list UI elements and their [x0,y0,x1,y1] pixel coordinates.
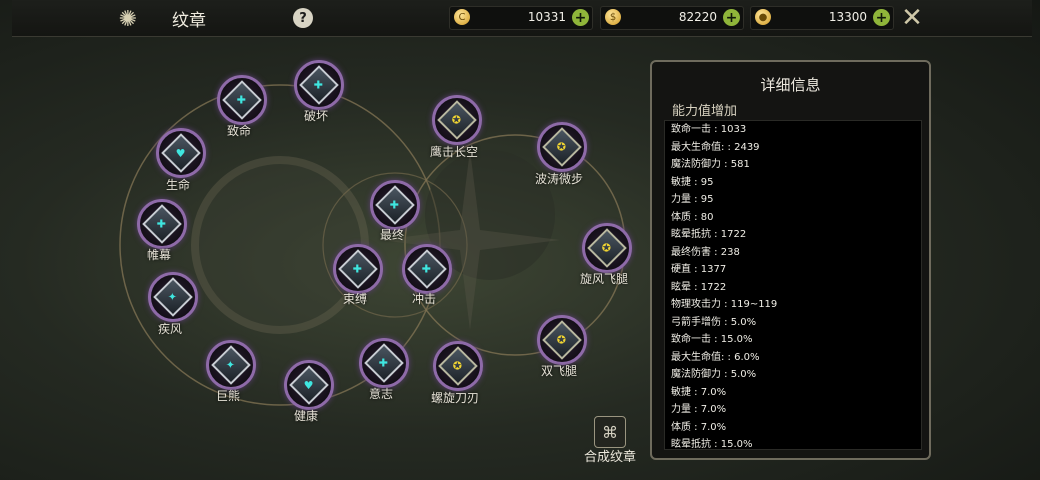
stat-row: 敏捷 : 95 [671,176,714,188]
emblem-slot-shuangfei[interactable]: ✪ [537,315,587,365]
emblem-label: 巨熊 [215,389,240,403]
heart-gem-icon: ♥ [161,133,201,173]
gem-coin-icon: ● [755,9,771,25]
stat-row: 最大生命值: : 6.0% [671,351,760,363]
stat-row: 体质 : 80 [671,211,714,223]
emblem-label: 最终 [379,228,404,242]
emblem-label: 破坏 [303,109,328,123]
stat-row: 敏捷 : 7.0% [671,386,727,398]
skull-gem-icon: ✪ [542,127,582,167]
detail-title: 详细信息 [760,76,821,94]
currency-value: 13300 [828,10,867,24]
emblem-slot-weimu[interactable]: ✚ [137,199,187,249]
emblem-slot-zuizhong[interactable]: ✚ [370,180,420,230]
stat-row: 眩晕抵抗 : 1722 [671,229,747,240]
stat-row: 体质 : 7.0% [671,421,727,433]
emblem-label: 帷幕 [146,248,171,262]
emblem-label: 健康 [293,409,318,423]
crossed-swords-icon[interactable]: ✕ [898,3,926,33]
emblem-slot-juxiong[interactable]: ✦ [206,340,256,390]
stat-row: 魔法防御力 : 5.0% [671,369,757,380]
emblem-slot-chongji[interactable]: ✚ [402,244,452,294]
emblem-gem-icon: ✚ [364,343,404,383]
emblem-label: 波涛微步 [534,172,583,186]
stat-row: 硬直 : 1377 [671,264,727,275]
skull-gem-icon: ✪ [542,320,582,360]
stat-row: 力量 : 7.0% [671,404,727,415]
skull-gem-icon: ✪ [437,100,477,140]
emblem-slot-jiankang[interactable]: ♥ [284,360,334,410]
emblem-gem-icon: ✚ [299,65,339,105]
emblem-slot-xuanfeng[interactable]: ✪ [582,223,632,273]
emblem-label: 束缚 [342,292,367,306]
add-bag-button[interactable]: + [723,9,740,26]
emblem-label: 致命 [226,124,251,138]
emblem-gem-icon: ✚ [222,80,262,120]
stat-row: 物理攻击力 : 119~119 [671,299,778,310]
stat-row: 最大生命值: : 2439 [671,141,760,153]
stats-list[interactable]: 致命一击 : 1033 最大生命值: : 2439 魔法防御力 : 581 敏捷… [664,120,922,450]
currency-value: 82220 [678,10,717,24]
stat-row: 力量 : 95 [671,194,714,205]
stat-row: 最终伤害 : 238 [671,246,740,258]
stat-row: 眩晕抵抗 : 15.0% [671,439,753,450]
stat-row: 弓箭手增伤 : 5.0% [671,316,757,328]
emblem-label: 鹰击长空 [429,145,478,159]
runner-gem-icon: ✦ [153,277,193,317]
stat-row: 眩晕 : 1722 [671,281,727,293]
emblem-slot-yingji[interactable]: ✪ [432,95,482,145]
sword-gem-icon: ✚ [375,185,415,225]
emblem-label: 疾风 [157,322,182,336]
emblem-slot-zhiming[interactable]: ✚ [217,75,267,125]
emblem-label: 双飞腿 [540,364,577,378]
stat-row: 魔法防御力 : 581 [671,159,750,170]
emblem-slot-shufu[interactable]: ✚ [333,244,383,294]
blade-gem-icon: ✪ [438,346,478,386]
emblem-label: 旋风飞腿 [579,272,628,286]
emblem-slot-pohuai[interactable]: ✚ [294,60,344,110]
bear-gem-icon: ✦ [211,345,251,385]
heart-gem-icon: ♥ [289,365,329,405]
currency-gem: ● 13300 + [750,6,894,30]
emblem-label: 螺旋刀刃 [430,391,479,405]
emblem-label: 生命 [165,178,190,192]
emblem-slot-shengming[interactable]: ♥ [156,128,206,178]
emblem-slot-yizhi[interactable]: ✚ [359,338,409,388]
add-gem-button[interactable]: + [873,9,890,26]
emblem-slot-botao[interactable]: ✪ [537,122,587,172]
shield-gem-icon: ✚ [142,204,182,244]
emblem-gem-icon: ✚ [407,249,447,289]
emblem-label: 意志 [368,387,393,401]
emblem-gem-icon: ✚ [338,249,378,289]
emblem-slot-luoxuan[interactable]: ✪ [433,341,483,391]
emblem-label: 冲击 [411,292,436,306]
synthesis-icon[interactable]: ⌘ [594,416,626,448]
stat-row: 致命一击 : 1033 [671,124,747,135]
section-label: 能力值增加 [672,104,738,119]
synthesis-button-label[interactable]: 合成纹章 [580,446,640,465]
emblem-slot-jifeng[interactable]: ✦ [148,272,198,322]
stat-row: 致命一击 : 15.0% [671,334,753,345]
detail-panel: 详细信息 能力值增加 致命一击 : 1033 最大生命值: : 2439 魔法防… [650,60,931,460]
skull-gem-icon: ✪ [587,228,627,268]
